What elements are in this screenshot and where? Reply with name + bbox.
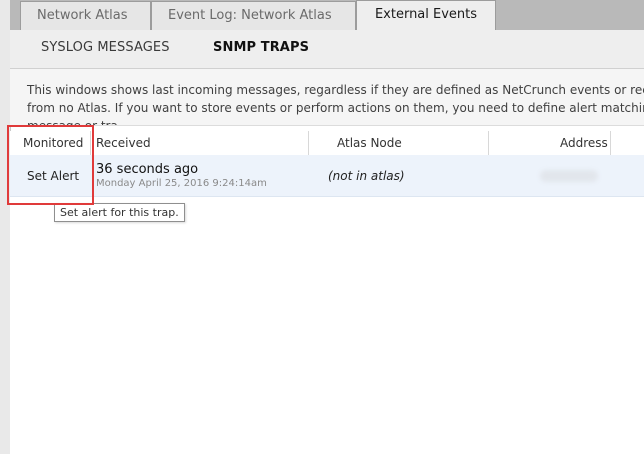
received-relative-time: 36 seconds ago <box>96 162 199 177</box>
column-separator[interactable] <box>488 131 489 155</box>
table-header: Monitored Received Atlas Node Address <box>10 131 644 156</box>
address-value-redacted <box>540 170 598 182</box>
column-header-address[interactable]: Address <box>560 136 608 150</box>
table-empty-area <box>10 197 644 454</box>
sub-tab-bar: SYSLOG MESSAGES SNMP TRAPS <box>10 30 644 69</box>
column-header-monitored[interactable]: Monitored <box>23 136 83 150</box>
subtab-snmp-traps[interactable]: SNMP TRAPS <box>213 40 309 55</box>
subtab-syslog-messages[interactable]: SYSLOG MESSAGES <box>41 40 170 55</box>
column-separator[interactable] <box>308 131 309 155</box>
received-timestamp: Monday April 25, 2016 9:24:14am <box>96 178 267 189</box>
column-header-atlas-node[interactable]: Atlas Node <box>337 136 402 150</box>
tab-external-events[interactable]: External Events <box>356 0 496 31</box>
table-row[interactable]: Set Alert 36 seconds ago Monday April 25… <box>10 155 644 197</box>
column-separator[interactable] <box>90 131 91 155</box>
column-separator[interactable] <box>610 131 611 155</box>
main-tab-strip: Network Atlas Event Log: Network Atlas E… <box>10 0 644 31</box>
description-panel: This windows shows last incoming message… <box>10 69 644 126</box>
tab-network-atlas[interactable]: Network Atlas <box>20 1 151 30</box>
description-text: This windows shows last incoming message… <box>27 83 644 126</box>
tab-event-log-network-atlas[interactable]: Event Log: Network Atlas <box>151 1 356 30</box>
atlas-node-value: (not in atlas) <box>328 169 405 183</box>
set-alert-tooltip: Set alert for this trap. <box>54 203 185 222</box>
set-alert-link[interactable]: Set Alert <box>27 169 79 183</box>
column-header-received[interactable]: Received <box>96 136 151 150</box>
